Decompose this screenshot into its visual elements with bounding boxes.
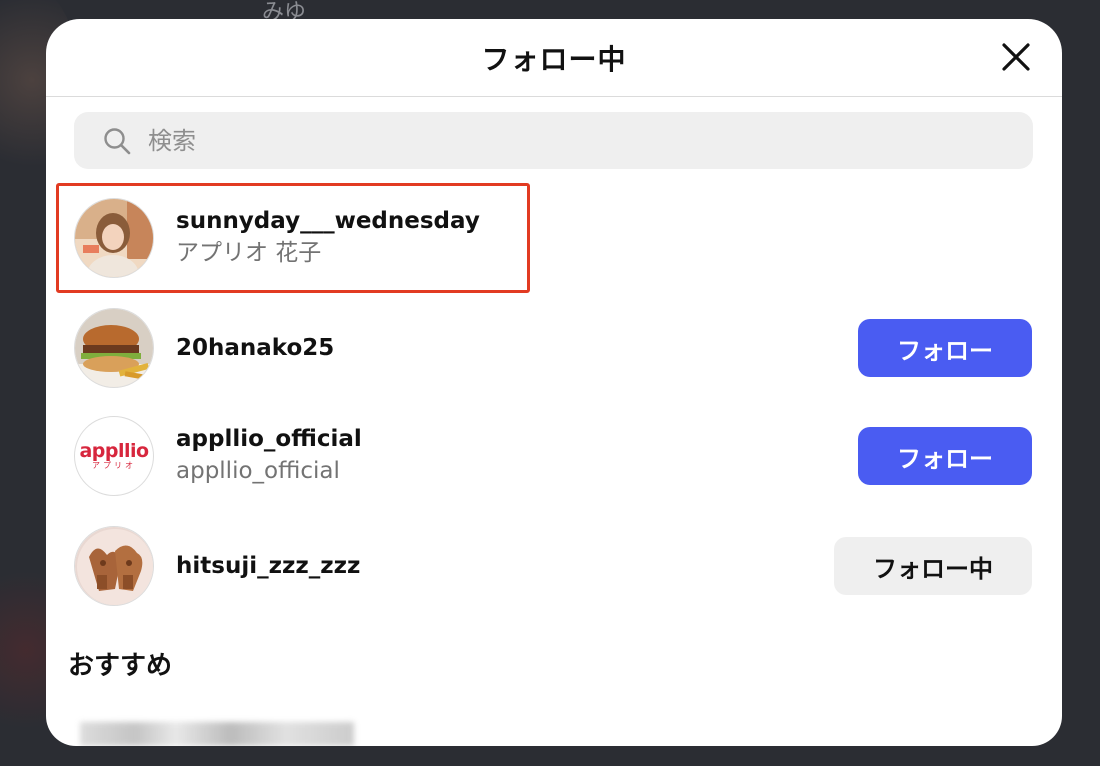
search-bar[interactable] bbox=[74, 112, 1033, 169]
avatar[interactable] bbox=[74, 308, 154, 388]
user-info: 20hanako25 bbox=[176, 333, 334, 363]
full-name: アプリオ 花子 bbox=[176, 240, 322, 266]
search-input[interactable] bbox=[146, 125, 950, 156]
close-icon bbox=[1002, 43, 1030, 71]
user-row[interactable]: sunnyday___wednesday アプリオ 花子 bbox=[46, 188, 1062, 288]
user-info: sunnyday___wednesday アプリオ 花子 bbox=[176, 206, 480, 270]
following-dialog: フォロー中 sunnyday___wednes bbox=[46, 19, 1062, 746]
dialog-header: フォロー中 bbox=[46, 19, 1062, 97]
following-button[interactable]: フォロー中 bbox=[834, 537, 1032, 595]
username[interactable]: sunnyday___wednesday bbox=[176, 206, 480, 236]
cookie-photo bbox=[75, 527, 153, 605]
search-icon bbox=[104, 127, 131, 154]
follow-button[interactable]: フォロー bbox=[858, 427, 1032, 485]
user-row[interactable]: appllio アプリオ appllio_official appllio_of… bbox=[46, 406, 1062, 506]
burger-photo bbox=[75, 309, 153, 387]
full-name: appllio_official bbox=[176, 458, 340, 484]
username[interactable]: appllio_official bbox=[176, 424, 362, 454]
user-row[interactable]: 20hanako25 フォロー bbox=[46, 298, 1062, 398]
follow-button[interactable]: フォロー bbox=[858, 319, 1032, 377]
avatar[interactable]: appllio アプリオ bbox=[74, 416, 154, 496]
username[interactable]: 20hanako25 bbox=[176, 333, 334, 363]
logo-subtext: アプリオ bbox=[92, 461, 136, 470]
close-button[interactable] bbox=[1000, 41, 1032, 73]
avatar[interactable] bbox=[74, 526, 154, 606]
appllio-logo: appllio アプリオ bbox=[75, 441, 153, 471]
user-info: hitsuji_zzz_zzz bbox=[176, 551, 360, 581]
blurred-content bbox=[80, 722, 354, 746]
user-row[interactable]: hitsuji_zzz_zzz フォロー中 bbox=[46, 516, 1062, 616]
avatar[interactable] bbox=[74, 198, 154, 278]
suggested-section-title: おすすめ bbox=[68, 651, 173, 681]
username[interactable]: hitsuji_zzz_zzz bbox=[176, 551, 360, 581]
logo-text: appllio bbox=[79, 440, 149, 462]
portrait-photo bbox=[75, 199, 153, 277]
user-info: appllio_official appllio_official bbox=[176, 424, 362, 488]
dialog-title: フォロー中 bbox=[481, 42, 627, 76]
